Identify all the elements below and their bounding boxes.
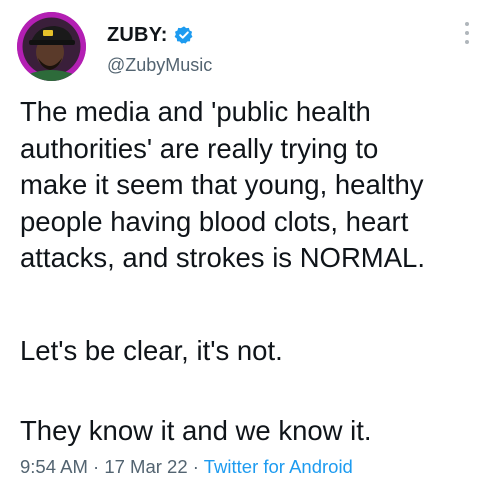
author-name-row[interactable]: ZUBY: xyxy=(107,22,194,48)
verified-badge-icon xyxy=(174,25,194,45)
display-name[interactable]: ZUBY: xyxy=(107,24,168,47)
meta-separator: · xyxy=(87,456,105,477)
tweet-date[interactable]: 17 Mar 22 xyxy=(104,456,187,477)
tweet-source-link[interactable]: Twitter for Android xyxy=(204,456,353,477)
author-handle[interactable]: @ZubyMusic xyxy=(107,55,212,76)
tweet-line: attacks, and strokes is NORMAL. xyxy=(20,242,425,273)
tweet-line: authorities' are really trying to xyxy=(20,132,379,164)
tweet-line: The media and 'public health xyxy=(20,96,371,127)
tweet-time[interactable]: 9:54 AM xyxy=(20,456,88,477)
tweet-card: ZUBY: @ZubyMusic The media and 'public h… xyxy=(0,0,500,500)
meta-separator: · xyxy=(187,456,204,477)
tweet-line: people having blood clots, heart xyxy=(20,205,409,237)
tweet-paragraph-1: The media and 'public health authorities… xyxy=(20,94,490,277)
profile-photo xyxy=(17,12,86,81)
more-options-icon[interactable] xyxy=(462,22,472,52)
tweet-paragraph-3: They know it and we know it. xyxy=(20,415,372,446)
tweet-line: make it seem that young, healthy xyxy=(20,169,424,200)
avatar[interactable] xyxy=(17,12,86,81)
tweet-paragraph-2: Let's be clear, it's not. xyxy=(20,335,283,366)
tweet-metadata: 9:54 AM · 17 Mar 22 · Twitter for Androi… xyxy=(20,456,353,478)
